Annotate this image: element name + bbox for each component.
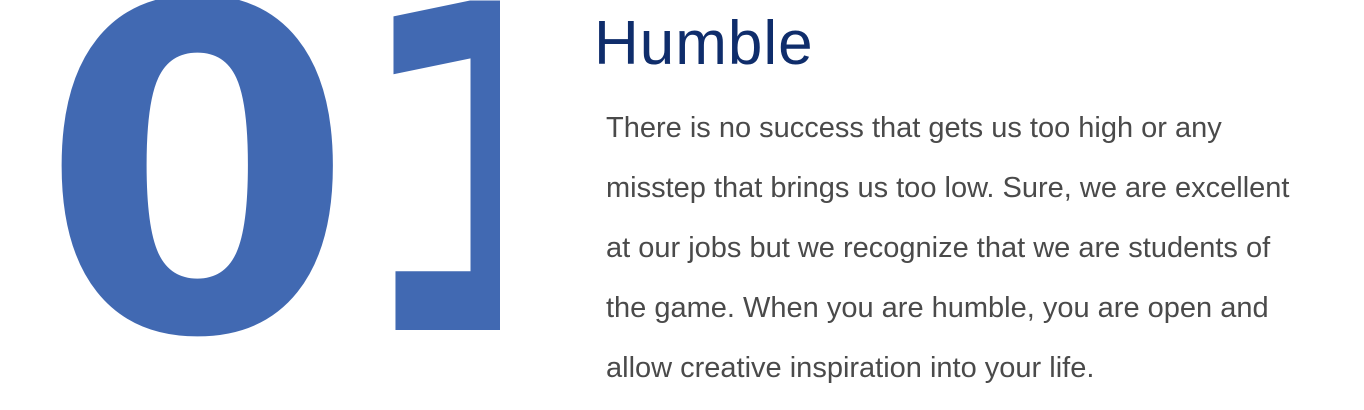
section-body: There is no success that gets us too hig… [606, 98, 1364, 398]
body-line: at our jobs but we recognize that we are… [606, 232, 1271, 264]
section-content: Humble There is no success that gets us … [594, 0, 1360, 398]
body-line: the game. When you are humble, you are o… [606, 292, 1269, 324]
body-line: There is no success that gets us too hig… [606, 112, 1222, 144]
section-number: 01 [40, 0, 500, 354]
body-line: misstep that brings us too low. Sure, we… [606, 172, 1290, 204]
section-title: Humble [594, 9, 814, 78]
body-line: allow creative inspiration into your lif… [606, 352, 1095, 384]
